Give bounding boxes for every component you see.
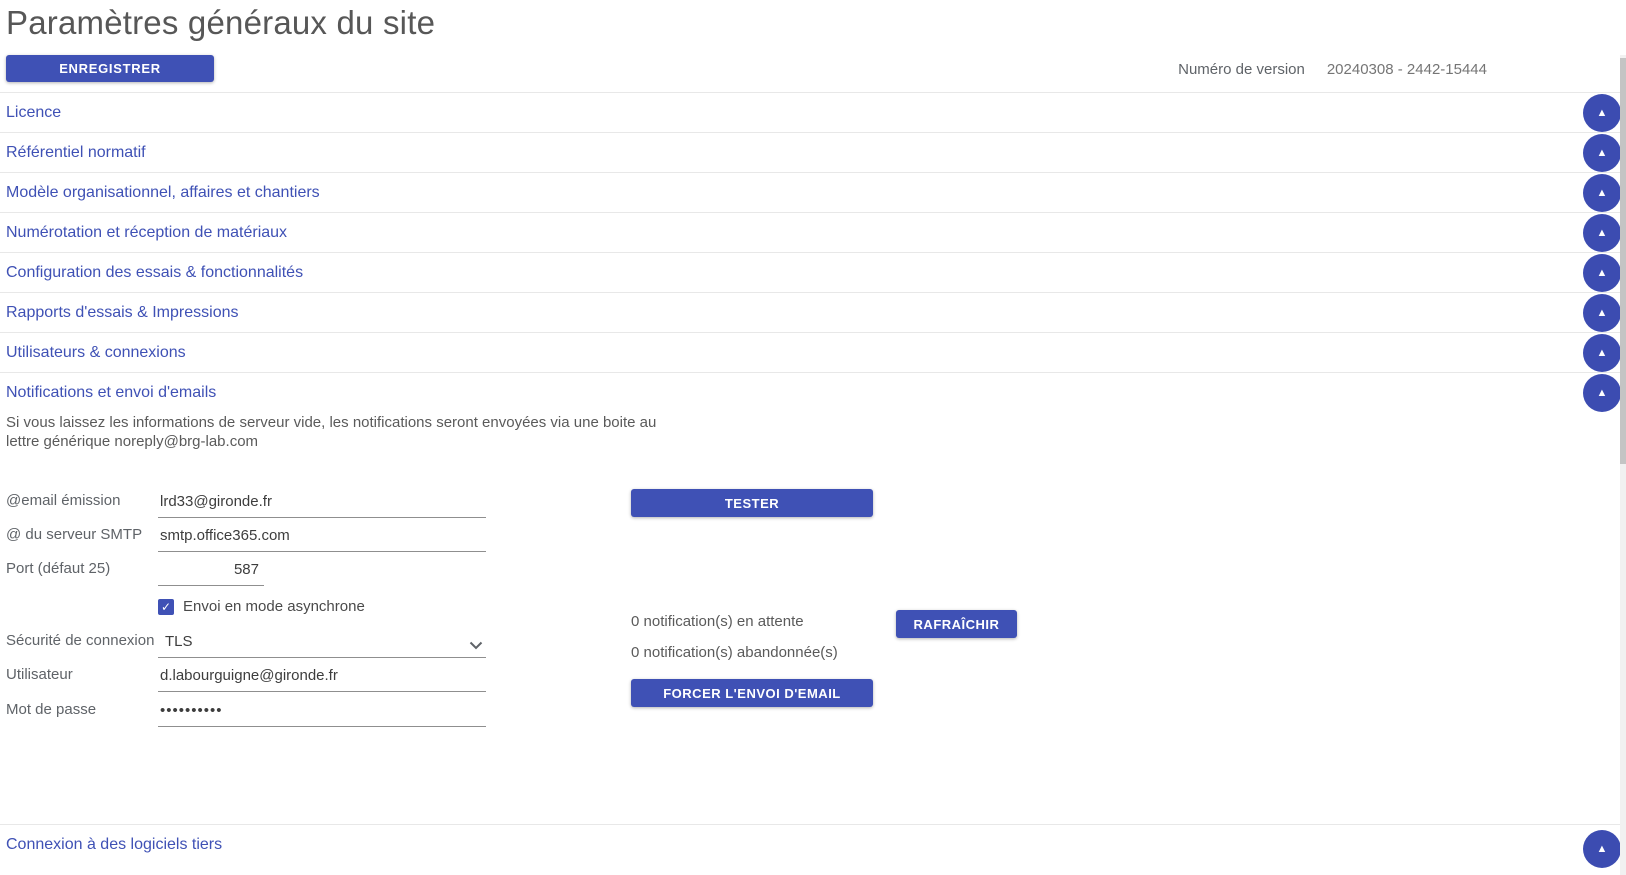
- connection-security-row: Sécurité de connexion TLS: [6, 624, 536, 658]
- section-title-logiciels-tiers: Connexion à des logiciels tiers: [6, 836, 222, 854]
- accordion-section-referentiel-normatif[interactable]: Référentiel normatif ▲: [0, 132, 1626, 172]
- scrollbar-thumb[interactable]: [1620, 58, 1626, 464]
- collapse-toggle-button[interactable]: ▲: [1583, 214, 1621, 252]
- pending-notifications-status: 0 notification(s) en attente: [631, 613, 804, 630]
- test-button[interactable]: TESTER: [631, 489, 873, 517]
- version-info: Numéro de version 20240308 - 2442-15444: [1178, 61, 1487, 78]
- notifications-section-content: Si vous laissez les informations de serv…: [0, 412, 1626, 824]
- vertical-scrollbar[interactable]: [1620, 55, 1626, 875]
- connection-security-label: Sécurité de connexion: [6, 632, 154, 649]
- section-title-licence: Licence: [6, 104, 61, 122]
- port-label: Port (défaut 25): [6, 560, 110, 577]
- smtp-user-label: Utilisateur: [6, 666, 73, 683]
- collapse-toggle-button[interactable]: ▲: [1583, 134, 1621, 172]
- async-mode-label: Envoi en mode asynchrone: [183, 598, 365, 615]
- version-label: Numéro de version: [1178, 61, 1305, 78]
- port-field[interactable]: [158, 561, 264, 586]
- section-title-rapports-essais: Rapports d'essais & Impressions: [6, 304, 238, 322]
- accordion-section-numerotation-materiaux[interactable]: Numérotation et réception de matériaux ▲: [0, 212, 1626, 252]
- triangle-up-icon: ▲: [1597, 148, 1608, 159]
- accordion-section-configuration-essais[interactable]: Configuration des essais & fonctionnalit…: [0, 252, 1626, 292]
- smtp-password-row: Mot de passe: [6, 693, 536, 727]
- triangle-up-icon: ▲: [1597, 348, 1608, 359]
- accordion-section-licence[interactable]: Licence ▲: [0, 92, 1626, 132]
- port-row: Port (défaut 25): [6, 552, 536, 586]
- email-emission-row: @email émission: [6, 484, 536, 518]
- triangle-up-icon: ▲: [1597, 268, 1608, 279]
- smtp-help-line-1: Si vous laissez les informations de serv…: [6, 413, 656, 432]
- abandoned-notifications-status: 0 notification(s) abandonnée(s): [631, 644, 838, 661]
- smtp-help-line-2: lettre générique noreply@brg-lab.com: [6, 432, 656, 451]
- save-button[interactable]: ENREGISTRER: [6, 55, 214, 82]
- smtp-server-field[interactable]: [158, 527, 486, 552]
- accordion-section-rapports-essais[interactable]: Rapports d'essais & Impressions ▲: [0, 292, 1626, 332]
- triangle-up-icon: ▲: [1597, 188, 1608, 199]
- page-title: Paramètres généraux du site: [6, 0, 435, 46]
- section-title-referentiel-normatif: Référentiel normatif: [6, 144, 146, 162]
- section-title-notifications-emails: Notifications et envoi d'emails: [6, 384, 216, 402]
- accordion-section-logiciels-tiers[interactable]: Connexion à des logiciels tiers ▲: [0, 824, 1626, 867]
- chevron-down-icon: [469, 641, 483, 650]
- smtp-help-text: Si vous laissez les informations de serv…: [6, 413, 656, 451]
- accordion-section-notifications-emails[interactable]: Notifications et envoi d'emails ▲: [0, 372, 1626, 412]
- triangle-up-icon: ▲: [1597, 388, 1608, 399]
- connection-security-select[interactable]: TLS: [158, 633, 486, 658]
- collapse-toggle-button[interactable]: ▲: [1583, 830, 1621, 868]
- collapse-toggle-button[interactable]: ▲: [1583, 254, 1621, 292]
- triangle-up-icon: ▲: [1597, 844, 1608, 855]
- section-title-modele-organisationnel: Modèle organisationnel, affaires et chan…: [6, 184, 320, 202]
- accordion-section-utilisateurs-connexions[interactable]: Utilisateurs & connexions ▲: [0, 332, 1626, 372]
- triangle-up-icon: ▲: [1597, 108, 1608, 119]
- collapse-toggle-button[interactable]: ▲: [1583, 94, 1621, 132]
- collapse-toggle-button[interactable]: ▲: [1583, 174, 1621, 212]
- email-emission-label: @email émission: [6, 492, 120, 509]
- accordion-section-modele-organisationnel[interactable]: Modèle organisationnel, affaires et chan…: [0, 172, 1626, 212]
- collapse-toggle-button[interactable]: ▲: [1583, 334, 1621, 372]
- refresh-button[interactable]: RAFRAÎCHIR: [896, 610, 1017, 638]
- force-send-email-button[interactable]: FORCER L'ENVOI D'EMAIL: [631, 679, 873, 707]
- settings-page: Paramètres généraux du site ENREGISTRER …: [0, 0, 1626, 875]
- connection-security-value: TLS: [165, 633, 193, 650]
- smtp-user-row: Utilisateur: [6, 658, 536, 692]
- collapse-toggle-button[interactable]: ▲: [1583, 374, 1621, 412]
- smtp-server-row: @ du serveur SMTP: [6, 518, 536, 552]
- smtp-user-field[interactable]: [158, 667, 486, 692]
- accordion: Licence ▲ Référentiel normatif ▲ Modèle …: [0, 92, 1626, 867]
- async-mode-row[interactable]: ✓ Envoi en mode asynchrone: [158, 598, 365, 615]
- section-title-utilisateurs-connexions: Utilisateurs & connexions: [6, 344, 186, 362]
- section-title-numerotation-materiaux: Numérotation et réception de matériaux: [6, 224, 287, 242]
- async-mode-checkbox[interactable]: ✓: [158, 599, 174, 615]
- section-title-configuration-essais: Configuration des essais & fonctionnalit…: [6, 264, 303, 282]
- triangle-up-icon: ▲: [1597, 308, 1608, 319]
- triangle-up-icon: ▲: [1597, 228, 1608, 239]
- smtp-password-field[interactable]: [158, 702, 486, 727]
- smtp-server-label: @ du serveur SMTP: [6, 526, 142, 543]
- version-value: 20240308 - 2442-15444: [1327, 61, 1487, 78]
- smtp-password-label: Mot de passe: [6, 701, 96, 718]
- collapse-toggle-button[interactable]: ▲: [1583, 294, 1621, 332]
- email-emission-field[interactable]: [158, 493, 486, 518]
